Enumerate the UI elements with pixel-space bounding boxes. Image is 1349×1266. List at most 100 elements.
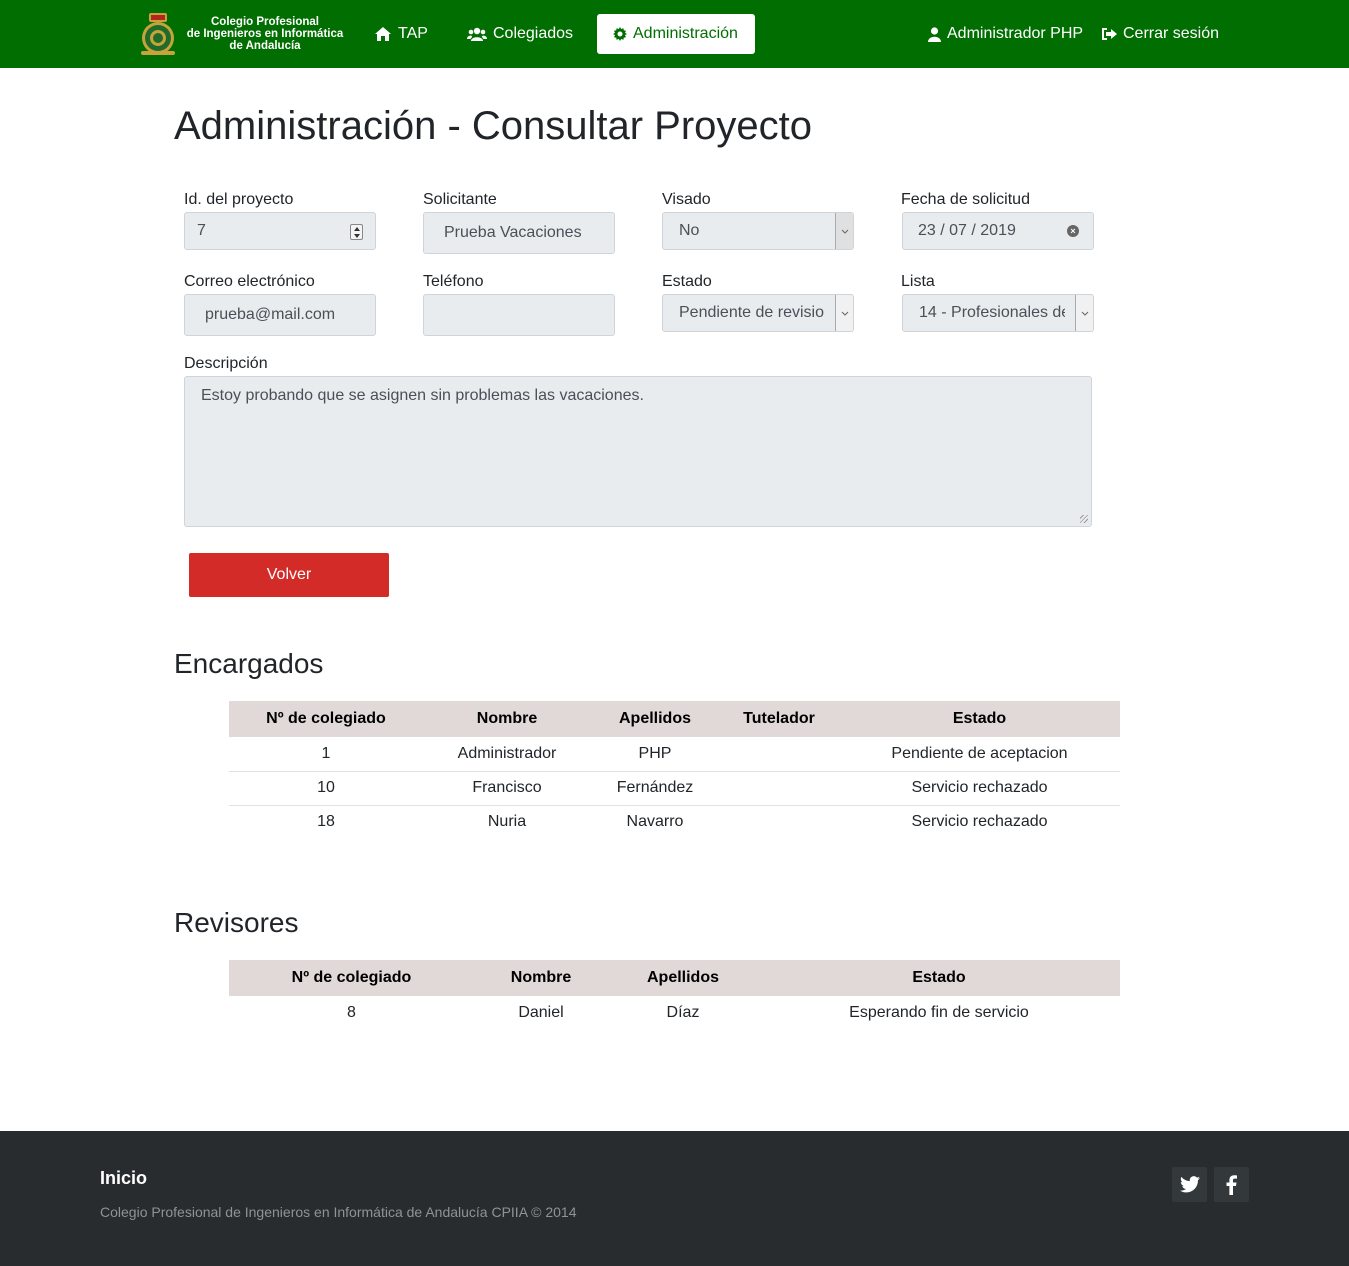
estado-select[interactable]: Pendiente de revision [662, 294, 854, 332]
nav-tap[interactable]: TAP [374, 14, 428, 54]
page-title: Administración - Consultar Proyecto [174, 104, 813, 148]
nav-user-label: Administrador PHP [947, 25, 1084, 42]
visado-label: Visado [662, 191, 711, 208]
nav-logout[interactable]: Cerrar sesión [1101, 14, 1219, 54]
chevron-down-icon [835, 295, 853, 331]
column-header: Apellidos [646, 969, 719, 986]
column-header: Nº de colegiado [266, 710, 386, 727]
column-header: Apellidos [618, 710, 691, 727]
facebook-icon [1226, 1174, 1237, 1195]
table-row: 10 Francisco Fernández Servicio rechazad… [229, 771, 1120, 806]
user-icon [928, 26, 941, 42]
clear-icon[interactable]: × [1067, 225, 1079, 237]
encargados-title: Encargados [174, 648, 324, 679]
lista-value: 14 - Profesionales de [919, 304, 1065, 321]
column-header: Nº de colegiado [291, 969, 412, 986]
nav-colegiados[interactable]: Colegiados [467, 14, 573, 54]
table-cell: 1 [229, 737, 423, 772]
visado-select[interactable]: No [662, 212, 854, 250]
descripcion-textarea[interactable]: Estoy probando que se asignen sin proble… [184, 376, 1092, 527]
column-header: Estado [912, 969, 966, 986]
brand-title[interactable]: Colegio Profesional de Ingenieros en Inf… [183, 16, 347, 52]
table-cell: Administrador [423, 737, 591, 772]
table-row: 18 Nuria Navarro Servicio rechazado [229, 805, 1120, 839]
correo-label: Correo electrónico [184, 273, 315, 290]
twitter-icon [1179, 1176, 1200, 1193]
users-icon [467, 27, 487, 41]
table-cell: Nuria [487, 813, 527, 831]
sign-out-icon [1102, 28, 1117, 40]
volver-button[interactable]: Volver [189, 553, 389, 597]
lista-select[interactable]: 14 - Profesionales de [902, 294, 1094, 332]
table-header-row: Nº de colegiado Nombre Apellidos Tutelad… [229, 701, 1120, 737]
table-cell: PHP [591, 737, 719, 772]
home-icon [375, 27, 391, 41]
estado-value: Pendiente de revision [679, 304, 825, 321]
table-cell: Díaz [666, 1004, 700, 1021]
fecha-label: Fecha de solicitud [901, 191, 1030, 208]
table-cell [719, 771, 839, 806]
brand-line-3: de Andalucía [229, 40, 301, 52]
estado-label: Estado [662, 273, 712, 290]
descripcion-value: Estoy probando que se asignen sin proble… [201, 387, 644, 404]
nav-user[interactable]: Administrador PHP [928, 14, 1083, 54]
table-cell: 10 [229, 771, 423, 806]
table-cell [719, 737, 839, 772]
lista-label: Lista [901, 273, 935, 290]
footer: Inicio Colegio Profesional de Ingenieros… [0, 1131, 1349, 1266]
nav-tap-label: TAP [398, 25, 428, 42]
table-cell: Fernández [591, 771, 719, 806]
resize-handle[interactable] [1080, 515, 1088, 523]
navbar: Colegio Profesional de Ingenieros en Inf… [0, 0, 1349, 68]
solicitante-value: Prueba Vacaciones [444, 224, 582, 241]
table-cell: 8 [347, 1004, 356, 1021]
number-spinner[interactable] [350, 224, 363, 240]
table-cell: Servicio rechazado [911, 813, 1048, 831]
solicitante-label: Solicitante [423, 191, 497, 208]
fecha-value: 23 / 07 / 2019 [918, 222, 1016, 239]
nav-administracion-label: Administración [633, 25, 738, 42]
gear-icon [613, 27, 627, 41]
chevron-down-icon [835, 213, 853, 249]
nav-logout-label: Cerrar sesión [1123, 25, 1220, 42]
revisores-table: Nº de colegiado Nombre Apellidos Estado … [229, 960, 1120, 1030]
correo-value: prueba@mail.com [205, 306, 336, 323]
table-cell [719, 805, 839, 839]
nav-administracion[interactable]: Administración [597, 14, 755, 54]
table-header-row: Nº de colegiado Nombre Apellidos Estado [229, 960, 1120, 996]
column-header: Estado [952, 710, 1007, 727]
revisores-title: Revisores [174, 907, 299, 938]
descripcion-label: Descripción [184, 355, 268, 372]
footer-copyright: Colegio Profesional de Ingenieros en Inf… [100, 1204, 577, 1220]
telefono-label: Teléfono [423, 273, 484, 290]
brand-line-2: de Ingenieros en Informática [186, 28, 344, 40]
brand-line-1: Colegio Profesional [211, 16, 319, 28]
footer-home-link[interactable]: Inicio [100, 1168, 147, 1189]
encargados-table: Nº de colegiado Nombre Apellidos Tutelad… [229, 701, 1120, 839]
table-cell: Servicio rechazado [839, 771, 1120, 806]
table-cell: Daniel [518, 1004, 564, 1021]
solicitante-field[interactable]: Prueba Vacaciones [423, 212, 615, 254]
column-header: Tutelador [743, 710, 815, 727]
fecha-field[interactable]: 23 / 07 / 2019 × [902, 212, 1094, 250]
table-cell: 18 [317, 813, 335, 831]
id-field[interactable]: 7 [184, 212, 376, 250]
table-cell: Francisco [423, 771, 591, 806]
table-cell: Esperando fin de servicio [849, 1004, 1029, 1021]
id-label: Id. del proyecto [184, 191, 294, 208]
table-row: 1 Administrador PHP Pendiente de aceptac… [229, 737, 1120, 772]
id-value: 7 [197, 222, 206, 239]
facebook-button[interactable] [1214, 1167, 1249, 1202]
column-header: Nombre [510, 969, 572, 986]
table-cell: Navarro [626, 813, 684, 831]
telefono-field[interactable] [423, 294, 615, 336]
visado-value: No [679, 222, 700, 239]
table-cell: Pendiente de aceptacion [839, 737, 1120, 772]
correo-field[interactable]: prueba@mail.com [184, 294, 376, 336]
column-header: Nombre [476, 710, 538, 727]
chevron-down-icon [1075, 295, 1093, 331]
table-row: 8 Daniel Díaz Esperando fin de servicio [229, 996, 1120, 1030]
twitter-button[interactable] [1172, 1167, 1207, 1202]
college-logo[interactable] [137, 12, 179, 56]
nav-colegiados-label: Colegiados [493, 25, 574, 42]
